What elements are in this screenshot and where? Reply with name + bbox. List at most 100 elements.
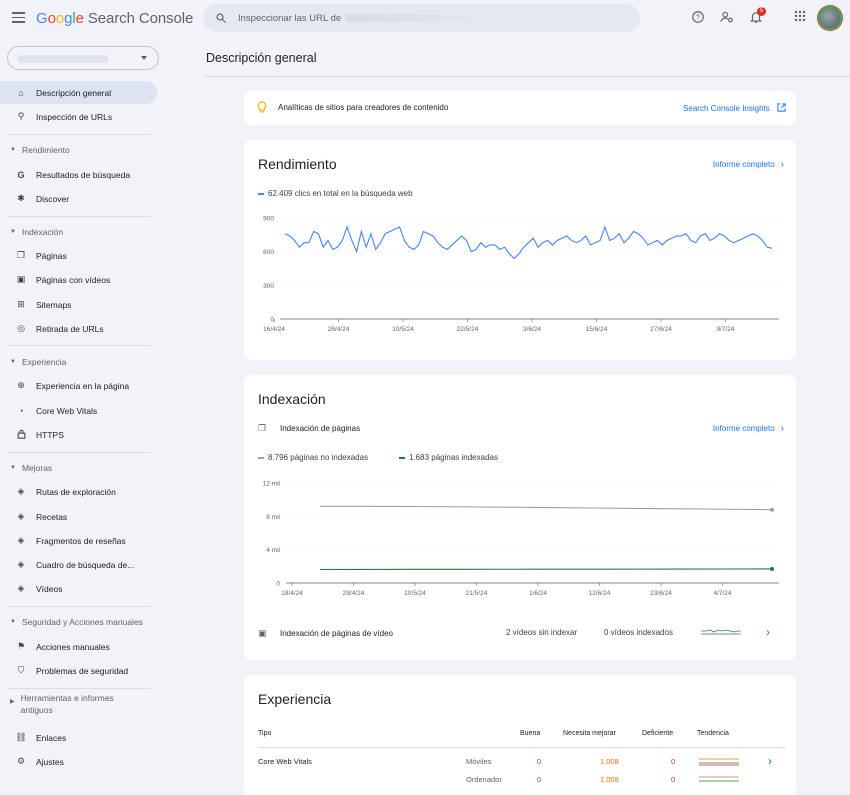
video-page-icon: ▣ [258, 628, 267, 638]
sidebar-item-overview[interactable]: ⌂ Descripción general [0, 81, 157, 104]
chevron-right-icon[interactable]: › [768, 754, 772, 768]
insights-text: Analíticas de sitios para creadores de c… [278, 103, 449, 112]
x-tick-label: 16/4/24 [263, 326, 285, 333]
trend-sparkline [699, 758, 739, 766]
x-tick-label: 23/6/24 [650, 590, 672, 597]
property-selector[interactable] [7, 46, 159, 70]
y-tick-label: 300 [263, 283, 274, 290]
sidebar-item-search-results[interactable]: G Resultados de búsqueda [0, 163, 157, 186]
sidebar-item-pages[interactable]: ❐ Páginas [0, 244, 157, 267]
sidebar-item-recipes[interactable]: ◈ Recetas [0, 505, 157, 528]
manage-users-icon[interactable] [719, 10, 735, 26]
search-icon: ⚲ [17, 111, 25, 121]
sidebar-item-review-snippets[interactable]: ◈ Fragmentos de reseñas [0, 529, 157, 552]
search-icon [216, 13, 226, 23]
sidebar-item-page-experience[interactable]: ⊕ Experiencia en la página [0, 374, 157, 397]
indexing-card: Indexación ❐ Indexación de páginas Inform… [244, 375, 796, 660]
collapse-icon: ▼ [10, 229, 16, 235]
experience-title: Experiencia [258, 691, 332, 707]
x-tick-label: 21/5/24 [466, 590, 488, 597]
y-tick-label: 900 [263, 216, 274, 223]
y-tick-label: 600 [263, 249, 274, 256]
column-header: Tipo [258, 730, 272, 737]
series-line [320, 505, 773, 511]
flag-icon: ⚑ [16, 641, 26, 651]
videos-not-indexed: 2 vídeos sin indexar [506, 628, 578, 637]
sitemap-icon: ⊞ [17, 299, 25, 309]
series-endpoint [770, 507, 774, 512]
layers-icon: ◈ [17, 486, 25, 496]
sidebar-section-experience[interactable]: ▼ Experiencia [10, 356, 66, 368]
search-placeholder: Inspeccionar las URL de [238, 12, 342, 24]
sidebar-section-legacy-tools[interactable]: ▶ Herramientas e informes antiguos [10, 692, 140, 716]
series-endpoint [770, 566, 774, 571]
account-avatar[interactable] [818, 6, 842, 30]
sidebar-section-security[interactable]: ▼ Seguridad y Acciones manuales [10, 616, 143, 628]
sidebar-item-removals[interactable]: ◎ Retirada de URLs [0, 317, 157, 340]
experience-card: Experiencia Tipo Buena Necesita mejorar … [244, 675, 796, 795]
sidebar-section-enhancements[interactable]: ▼ Mejoras [10, 462, 52, 474]
property-url-redacted [345, 14, 486, 22]
collapse-icon: ▼ [10, 147, 16, 153]
sidebar-item-links[interactable]: ⛓ Enlaces [0, 726, 157, 749]
indexing-chart: 0 4 mil 8 mil 12 mil 18/4/24 29/4/24 10/5/24 21… [263, 481, 779, 597]
lightbulb-icon [257, 101, 267, 116]
sidebar-item-settings[interactable]: ⚙ Ajustes [0, 750, 157, 773]
insights-link[interactable]: Search Console Insights [683, 103, 786, 113]
app-logo[interactable]: Google Search Console [36, 10, 193, 27]
x-tick-label: 15/6/24 [586, 326, 608, 333]
menu-icon[interactable] [12, 12, 25, 23]
url-inspection-search[interactable]: Inspeccionar las URL de [203, 4, 640, 32]
sidebar-item-sitelinks-searchbox[interactable]: ◈ Cuadro de búsqueda de... [0, 553, 157, 576]
table-divider [258, 747, 786, 748]
apps-grid-icon[interactable] [792, 10, 808, 26]
sidebar-divider [8, 345, 150, 346]
x-tick-label: 18/4/24 [281, 590, 303, 597]
layers-icon: ◈ [17, 511, 25, 521]
table-row[interactable]: Core Web Vitals Móviles 0 1.008 0 › [258, 754, 786, 773]
sidebar-item-video-pages[interactable]: ▣ Páginas con vídeos [0, 268, 157, 291]
sidebar: ⌂ Descripción general ⚲ Inspección de URLs… [0, 36, 160, 782]
performance-chart: 030060090016/4/24 28/4/24 10/5/24 22/5/24 3/… [263, 216, 779, 333]
sidebar-item-security-issues[interactable]: ⛉ Problemas de seguridad [0, 659, 157, 682]
sidebar-item-sitemaps[interactable]: ⊞ Sitemaps [0, 293, 157, 316]
sidebar-item-manual-actions[interactable]: ⚑ Acciones manuales [0, 635, 157, 658]
collapse-icon: ▼ [10, 359, 16, 365]
sidebar-divider [8, 688, 150, 689]
sidebar-item-breadcrumbs[interactable]: ◈ Rutas de exploración [0, 480, 157, 503]
column-header: Buena [520, 730, 541, 737]
sidebar-divider [8, 216, 150, 217]
column-header: Necesita mejorar [563, 730, 616, 737]
x-tick-label: 28/4/24 [328, 326, 350, 333]
chevron-right-icon[interactable]: › [766, 625, 770, 639]
collapse-icon: ▼ [10, 465, 16, 471]
sidebar-section-indexing[interactable]: ▼ Indexación [10, 226, 63, 238]
sidebar-item-https[interactable]: HTTPS [0, 423, 157, 446]
sidebar-section-performance[interactable]: ▼ Rendimiento [10, 144, 70, 156]
x-tick-label: 9/7/24 [716, 326, 734, 333]
help-icon[interactable]: ? [690, 10, 706, 26]
x-tick-label: 10/5/24 [392, 326, 414, 333]
trend-sparkline [699, 776, 739, 782]
column-header: Tendencia [697, 730, 729, 737]
property-name-redacted [18, 55, 108, 63]
x-tick-label: 4/7/24 [713, 590, 731, 597]
google-g-icon: G [17, 169, 25, 180]
chevron-down-icon [141, 56, 147, 60]
sidebar-item-videos[interactable]: ◈ Vídeos [0, 577, 157, 600]
series-line [319, 568, 773, 571]
series-line [284, 225, 773, 260]
sidebar-item-core-web-vitals[interactable]: ◔ Core Web Vitals [0, 399, 157, 422]
sidebar-item-url-inspection[interactable]: ⚲ Inspección de URLs [0, 105, 157, 128]
table-row[interactable]: Ordenador 0 1.008 0 [258, 775, 786, 791]
videos-indexed: 0 vídeos indexados [604, 628, 673, 637]
layers-icon: ◈ [17, 559, 25, 569]
product-name: Search Console [87, 10, 194, 27]
video-trend-sparkline [701, 629, 741, 635]
sidebar-item-discover[interactable]: ✱ Discover [0, 187, 157, 210]
header-divider [203, 76, 850, 77]
lock-icon [0, 429, 36, 441]
pages-icon: ❐ [16, 250, 26, 260]
video-indexing-row[interactable]: ▣ Indexación de páginas de vídeo [258, 628, 393, 639]
layers-icon: ◈ [17, 583, 25, 593]
